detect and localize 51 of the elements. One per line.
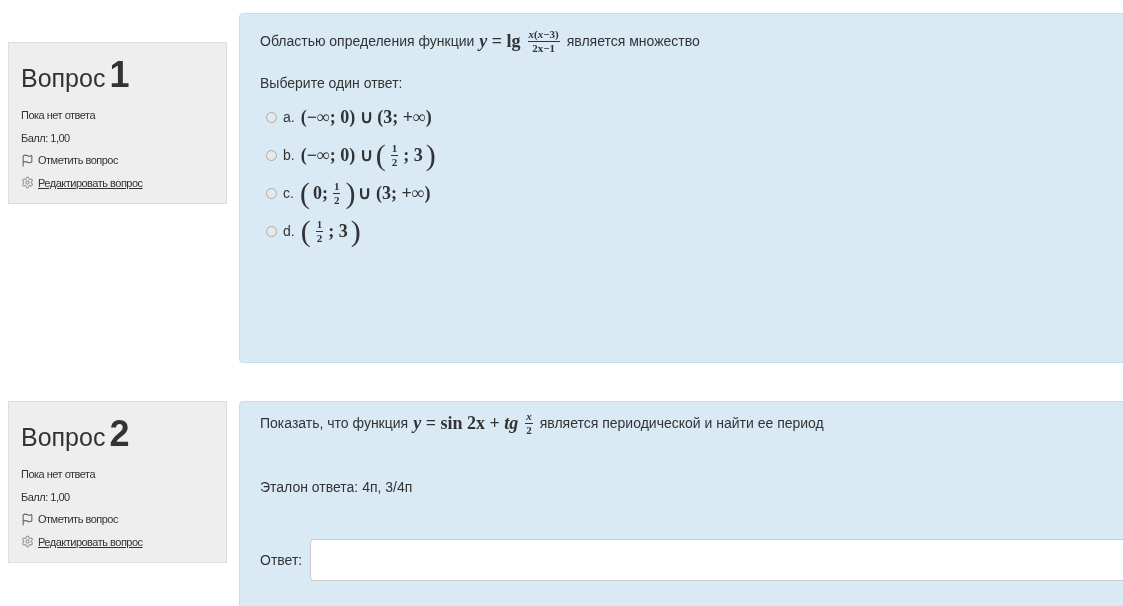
score-text: Балл: 1,00 [21, 130, 71, 146]
question-label: Вопрос [21, 422, 106, 452]
math-expression: y = lg [479, 30, 521, 53]
flag-question-link[interactable]: Отметить вопрос [38, 511, 118, 528]
math-expression: 0; [312, 181, 328, 205]
edit-question-link[interactable]: Редактировать вопрос [38, 174, 143, 191]
bracket: ) [350, 216, 361, 246]
bracket: ) [345, 178, 356, 208]
question-text: является периодической и найти ее период [539, 414, 824, 433]
question-text: Областью определения функции [260, 32, 475, 51]
flag-icon[interactable] [21, 512, 34, 526]
fraction: x 2 [525, 410, 533, 437]
question-text: является множество [566, 32, 700, 51]
fraction: x(x−3) 2x−1 [527, 28, 560, 55]
math-expression: y = sin 2x + tg [413, 412, 519, 435]
edit-question-link[interactable]: Редактировать вопрос [38, 533, 143, 550]
radio-button[interactable] [266, 111, 277, 123]
flag-question-link[interactable]: Отметить вопрос [38, 152, 118, 169]
option-letter: b. [283, 145, 295, 165]
question-number: 2 [109, 416, 130, 452]
status-text: Пока нет ответа [21, 467, 97, 482]
option-letter: c. [283, 183, 294, 203]
question-text: Показать, что функция [260, 414, 409, 433]
radio-button[interactable] [266, 187, 277, 199]
bracket: ( [300, 216, 311, 246]
bracket: ( [299, 178, 310, 208]
reference-answer-text: Эталон ответа: 4п, 3/4п [260, 478, 414, 497]
bracket: ( [375, 140, 386, 170]
math-expression: ; 3 [328, 219, 348, 243]
instruction-text: Выберите один ответ: [260, 74, 404, 93]
bracket: ) [425, 140, 436, 170]
flag-icon[interactable] [21, 153, 34, 167]
answer-label: Ответ: [260, 550, 303, 570]
radio-button[interactable] [266, 225, 277, 237]
question-number: 1 [109, 57, 130, 93]
radio-button[interactable] [266, 149, 277, 161]
answer-field[interactable] [310, 539, 1123, 581]
math-expression: (−∞; 0) ∪ (3; +∞) [300, 105, 432, 129]
math-expression: (−∞; 0) ∪ [300, 143, 373, 167]
math-expression: ; 3 [403, 143, 423, 167]
fraction: 1 2 [332, 179, 341, 207]
question-label: Вопрос [21, 63, 106, 93]
score-text: Балл: 1,00 [21, 489, 71, 505]
gear-icon[interactable] [21, 176, 34, 190]
option-letter: a. [283, 107, 295, 127]
fraction: 1 2 [390, 141, 399, 169]
gear-icon[interactable] [21, 535, 34, 549]
fraction: 1 2 [315, 217, 324, 245]
math-expression: ∪ (3; +∞) [358, 181, 431, 205]
status-text: Пока нет ответа [21, 108, 97, 123]
option-letter: d. [283, 221, 295, 241]
